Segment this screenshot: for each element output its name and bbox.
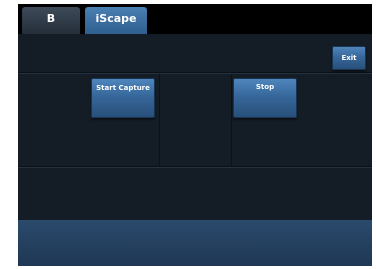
- start-capture-button[interactable]: Start Capture: [91, 78, 155, 118]
- divider: [18, 73, 372, 74]
- exit-button[interactable]: Exit: [332, 46, 366, 70]
- footer-bar: [18, 220, 372, 266]
- panel-body: Exit Start Capture Stop: [18, 34, 372, 266]
- divider: [231, 74, 232, 166]
- divider: [159, 74, 160, 166]
- stop-button[interactable]: Stop: [233, 78, 297, 118]
- tab-b[interactable]: B: [22, 7, 80, 34]
- divider: [18, 167, 372, 168]
- iscape-panel: B iScape Exit Start Capture Stop: [18, 4, 372, 266]
- tab-iscape[interactable]: iScape: [85, 7, 147, 34]
- tab-bar: B iScape: [18, 4, 372, 34]
